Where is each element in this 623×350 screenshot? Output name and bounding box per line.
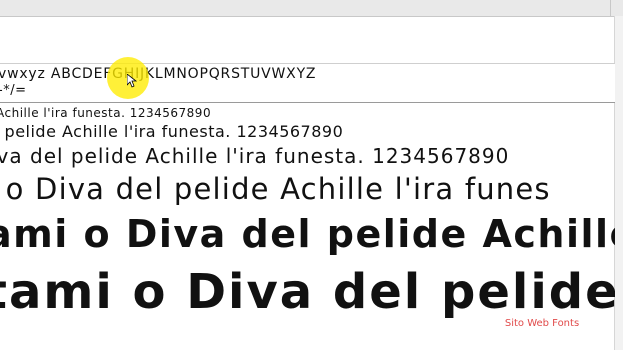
right-scrollbar[interactable] (614, 16, 623, 350)
alphabet-sample: vwxyz ABCDEFGHIJKLMNOPQRSTUVWXYZ (0, 66, 317, 82)
window-top-bar (0, 0, 623, 17)
window-edge (610, 0, 619, 16)
preview-line-size-4: i o Diva del pelide Achille l'ira funes (0, 172, 551, 206)
preview-line-size-1: Achille l'ira funesta. 1234567890 (0, 106, 212, 120)
preview-line-size-2: i pelide Achille l'ira funesta. 12345678… (0, 122, 344, 141)
symbols-sample: -*/= (0, 83, 27, 98)
pointer-icon (127, 74, 137, 88)
watermark-logo: Sito Web Fonts (494, 314, 590, 332)
preview-line-size-6: tami o Diva del pelide (0, 264, 615, 320)
preview-line-size-5: ami o Diva del pelide Achille (0, 212, 615, 256)
preview-line-size-3: iva del pelide Achille l'ira funesta. 12… (0, 144, 510, 168)
